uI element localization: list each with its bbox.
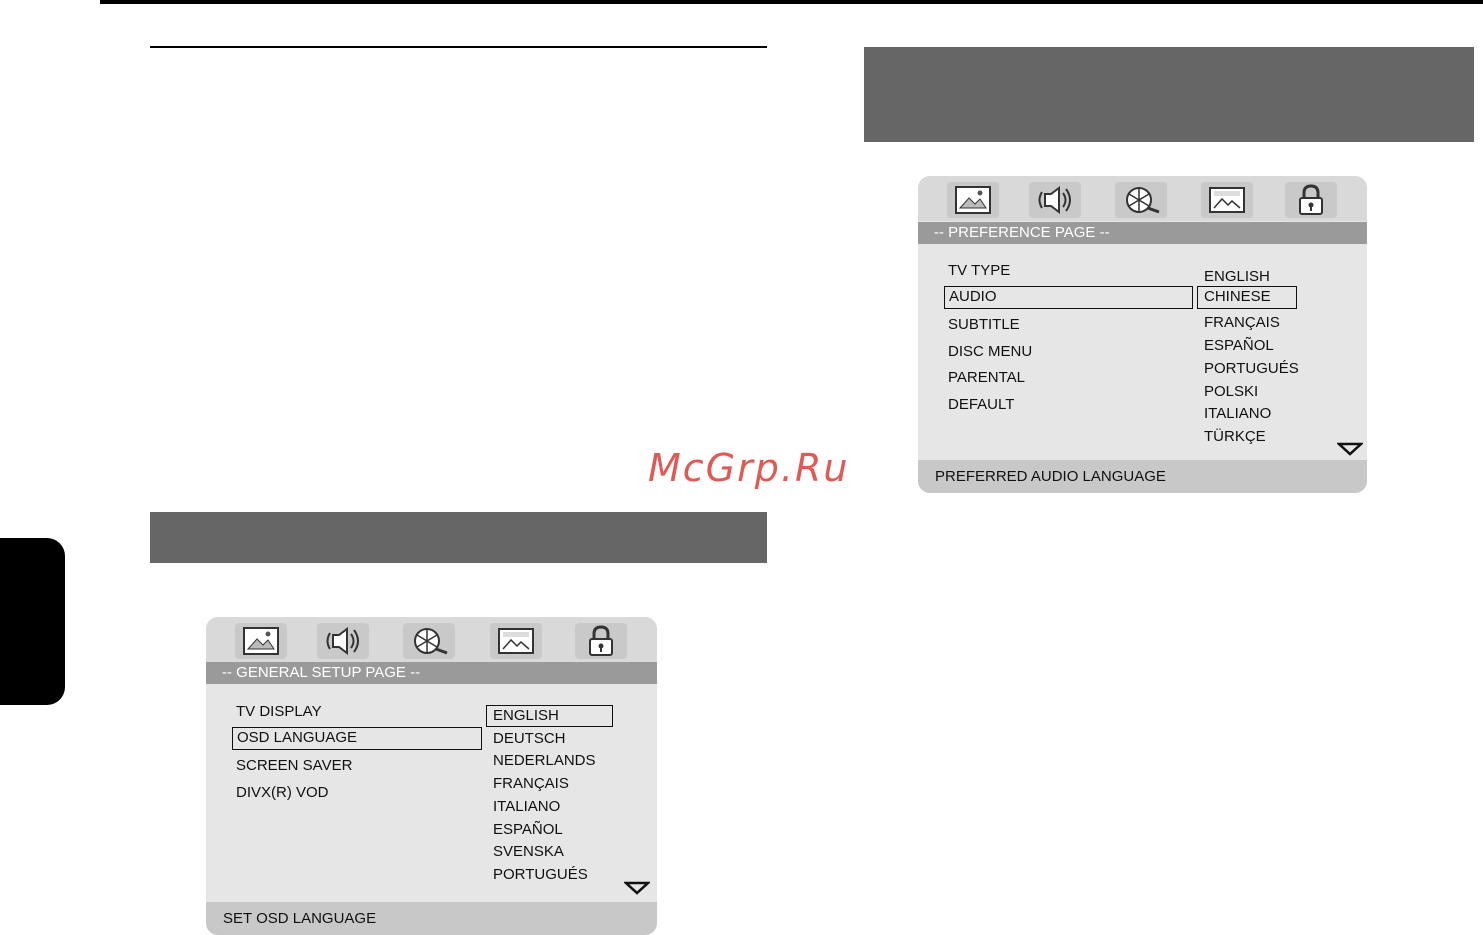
status-text: PREFERRED AUDIO LANGUAGE xyxy=(935,468,1166,485)
page-title-bar: -- GENERAL SETUP PAGE -- xyxy=(206,662,657,684)
option-espanol[interactable]: ESPAÑOL xyxy=(493,820,563,840)
top-rule xyxy=(100,0,1483,4)
option-francais[interactable]: FRANÇAIS xyxy=(493,774,569,794)
audio-setup-icon[interactable] xyxy=(317,623,369,659)
status-bar: SET OSD LANGUAGE xyxy=(206,902,657,935)
menu-item-tv-display[interactable]: TV DISPLAY xyxy=(236,702,322,722)
option-francais[interactable]: FRANÇAIS xyxy=(1204,313,1280,333)
menu-item-audio[interactable]: AUDIO xyxy=(944,286,1193,309)
option-portugues[interactable]: PORTUGUÉS xyxy=(1204,359,1299,379)
language-tab xyxy=(0,538,65,705)
page-title: -- GENERAL SETUP PAGE -- xyxy=(222,664,421,681)
video-setup-icon[interactable] xyxy=(1115,182,1167,218)
preference-icon[interactable] xyxy=(490,623,542,659)
general-setup-icon[interactable] xyxy=(235,623,287,659)
menu-item-default[interactable]: DEFAULT xyxy=(948,395,1014,415)
scroll-down-arrow-icon[interactable] xyxy=(624,881,650,895)
option-nederlands[interactable]: NEDERLANDS xyxy=(493,751,596,771)
general-setup-icon[interactable] xyxy=(947,182,999,218)
general-setup-menu: -- GENERAL SETUP PAGE -- TV DISPLAY OSD … xyxy=(206,617,657,935)
menu-item-subtitle[interactable]: SUBTITLE xyxy=(948,315,1020,335)
option-english[interactable]: ENGLISH xyxy=(1204,267,1270,287)
option-italiano[interactable]: ITALIANO xyxy=(493,797,560,817)
menu-item-disc-menu[interactable]: DISC MENU xyxy=(948,342,1032,362)
password-lock-icon[interactable] xyxy=(575,623,627,659)
watermark: McGrp.Ru xyxy=(648,446,850,490)
option-chinese[interactable]: CHINESE xyxy=(1197,286,1297,309)
option-espanol[interactable]: ESPAÑOL xyxy=(1204,336,1274,356)
option-svenska[interactable]: SVENSKA xyxy=(493,842,564,862)
menu-item-tv-type[interactable]: TV TYPE xyxy=(948,261,1010,281)
menu-item-divx-vod[interactable]: DIVX(R) VOD xyxy=(236,783,329,803)
password-lock-icon[interactable] xyxy=(1285,182,1337,218)
heading-bar-left xyxy=(150,512,767,563)
preference-icon[interactable] xyxy=(1201,182,1253,218)
option-deutsch[interactable]: DEUTSCH xyxy=(493,729,566,749)
menu-item-parental[interactable]: PARENTAL xyxy=(948,368,1025,388)
status-bar: PREFERRED AUDIO LANGUAGE xyxy=(918,460,1367,493)
option-polski[interactable]: POLSKI xyxy=(1204,382,1258,402)
status-text: SET OSD LANGUAGE xyxy=(223,910,377,927)
icon-row xyxy=(206,617,657,662)
scroll-down-arrow-icon[interactable] xyxy=(1337,442,1363,456)
heading-bar-right xyxy=(864,47,1474,142)
preference-menu: -- PREFERENCE PAGE -- TV TYPE AUDIO SUBT… xyxy=(918,176,1367,493)
icon-row xyxy=(918,176,1367,221)
page-title-bar: -- PREFERENCE PAGE -- xyxy=(918,222,1367,244)
option-turkce[interactable]: TÜRKÇE xyxy=(1204,427,1266,447)
option-portugues[interactable]: PORTUGUÉS xyxy=(493,865,588,885)
page-title: -- PREFERENCE PAGE -- xyxy=(934,224,1110,241)
video-setup-icon[interactable] xyxy=(403,623,455,659)
option-italiano[interactable]: ITALIANO xyxy=(1204,404,1271,424)
option-english[interactable]: ENGLISH xyxy=(486,705,613,727)
section-rule xyxy=(150,46,767,48)
menu-item-screen-saver[interactable]: SCREEN SAVER xyxy=(236,756,352,776)
audio-setup-icon[interactable] xyxy=(1029,182,1081,218)
menu-item-osd-language[interactable]: OSD LANGUAGE xyxy=(232,727,482,750)
